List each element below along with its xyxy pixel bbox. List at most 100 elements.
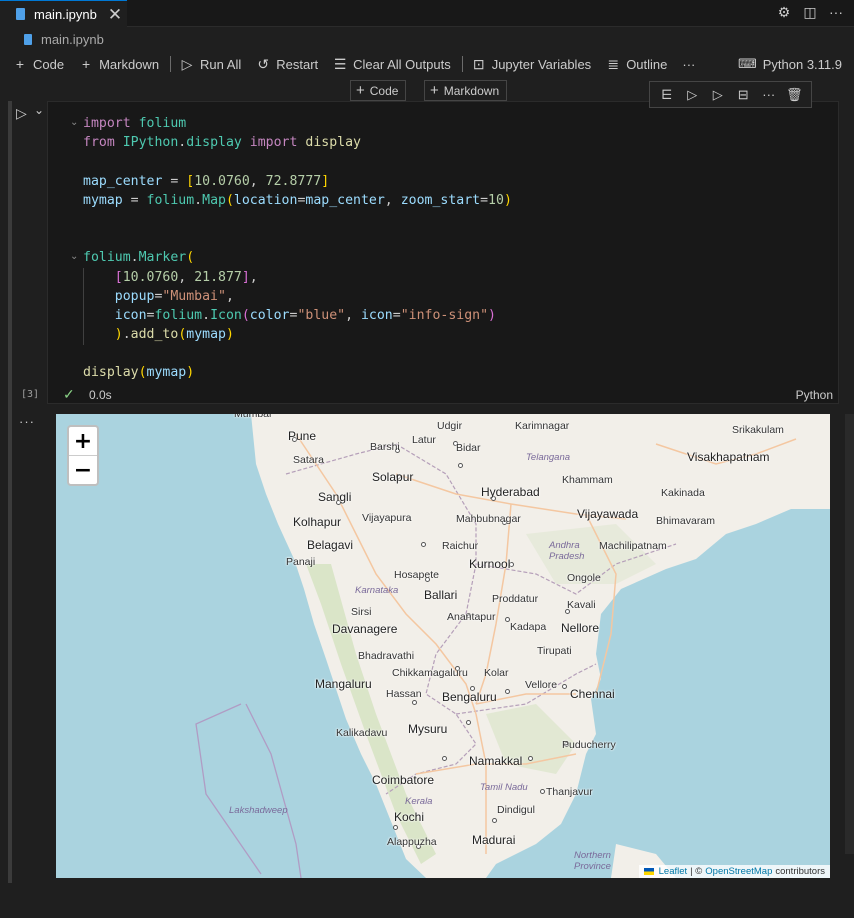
code-token: ]	[241, 269, 250, 285]
code-token: 10.0760	[122, 269, 179, 285]
insert-markdown-label: Markdown	[443, 83, 500, 98]
map-region-label: Lakshadweep	[229, 805, 288, 816]
trash-icon[interactable]: 🗑	[784, 87, 804, 103]
zoom-out-button[interactable]: −	[69, 456, 97, 484]
tab-label: main.ipynb	[34, 6, 97, 22]
run-all-button[interactable]: ▷ Run All	[180, 56, 242, 73]
more-actions-icon[interactable]: ···	[828, 4, 844, 20]
clear-all-outputs-button[interactable]: ☰ Clear All Outputs	[333, 56, 451, 73]
map-city-label: Kalikadavu	[336, 727, 388, 739]
map-city-label: Tirupati	[537, 645, 572, 657]
kernel-picker[interactable]: ⌨ Python 3.11.9	[738, 52, 842, 76]
split-editor-icon[interactable]: ◫	[802, 4, 818, 20]
code-line: ).add_to(mymap)	[83, 325, 512, 344]
code-token: display	[186, 135, 242, 151]
run-by-line-icon[interactable]: ⋿	[657, 87, 677, 103]
map-city-label: Satara	[293, 454, 324, 466]
code-token: display	[305, 135, 361, 151]
gear-icon[interactable]: ⚙	[776, 4, 792, 20]
code-token: folium	[154, 307, 203, 323]
map-region-label: Tamil Nadu	[480, 782, 528, 793]
code-token: [	[186, 173, 195, 189]
code-token: import	[83, 116, 131, 131]
code-line: display(mymap)	[83, 363, 512, 382]
map-city-label: Ongole	[567, 572, 601, 584]
map-city-label: Ballari	[424, 588, 458, 602]
map-city-label: Kavali	[567, 599, 596, 611]
cell-toolbar: ⋿ ▷ ▷ ⊟ ··· 🗑	[649, 81, 812, 108]
output-scrollbar[interactable]	[845, 414, 854, 854]
city-marker-dot	[466, 720, 471, 725]
more-icon[interactable]: ···	[759, 87, 779, 102]
code-token: icon	[114, 307, 147, 323]
code-cell-editor[interactable]: ⌄ ⌄ import folium from IPython.display im…	[47, 101, 839, 404]
code-token: (	[241, 307, 250, 323]
editor-tab-bar: main.ipynb ✕ ⚙ ◫ ···	[0, 0, 854, 27]
code-token: =	[392, 307, 401, 323]
plus-icon: +	[15, 56, 25, 72]
output-more-icon[interactable]: ···	[19, 414, 35, 429]
run-cell-icon[interactable]: ▷	[16, 105, 30, 121]
ukraine-flag-icon	[643, 868, 654, 875]
restart-icon: ↺	[257, 55, 270, 72]
chevron-down-icon[interactable]: ⌄	[34, 103, 44, 117]
map-city-label: Kurnool	[469, 557, 511, 571]
insert-markdown-cell-button[interactable]: + Markdown	[424, 80, 508, 101]
tab-main-ipynb[interactable]: main.ipynb ✕	[0, 0, 127, 27]
insert-code-cell-button[interactable]: + Code	[350, 80, 407, 101]
code-content[interactable]: import folium from IPython.display import…	[83, 114, 512, 383]
execute-below-icon[interactable]: ▷	[708, 87, 728, 103]
leaflet-link[interactable]: Leaflet	[659, 866, 688, 877]
restart-button[interactable]: ↺ Restart	[256, 56, 318, 73]
map-city-label: Sangli	[318, 490, 352, 504]
city-marker-dot	[505, 689, 510, 694]
attribution-separator: | ©	[690, 866, 703, 877]
add-code-cell-button[interactable]: + Code	[13, 56, 64, 72]
code-token: display	[83, 365, 139, 381]
breadcrumb[interactable]: main.ipynb	[24, 32, 104, 47]
map-city-label: Machilipatnam	[599, 540, 667, 552]
code-token: ,	[249, 173, 266, 189]
code-token: =	[162, 173, 187, 189]
folium-map[interactable]: + − Mumbai Pune Satara Barshi Latur Udgir Kari…	[56, 414, 830, 878]
map-city-label: Dindigul	[497, 804, 535, 816]
add-markdown-cell-button[interactable]: + Markdown	[79, 56, 159, 72]
close-icon[interactable]: ✕	[108, 6, 122, 23]
map-city-label: Proddatur	[492, 593, 539, 605]
map-city-label: Kochi	[394, 810, 425, 824]
fold-chevron-icon[interactable]: ⌄	[70, 117, 78, 128]
map-region-label: Province	[574, 861, 611, 872]
outline-button[interactable]: ≣ Outline	[606, 56, 667, 73]
code-token: map_center	[305, 192, 385, 208]
code-token: (	[225, 192, 234, 208]
code-line: mymap = folium.Map(location=map_center, …	[83, 191, 512, 210]
city-marker-dot	[562, 684, 567, 689]
code-token: "blue"	[297, 307, 346, 323]
toolbar-more-button[interactable]: ···	[682, 57, 695, 72]
code-token: )	[225, 327, 234, 343]
fold-chevron-icon[interactable]: ⌄	[70, 251, 78, 262]
map-region-label: Kerala	[405, 796, 433, 807]
code-token: 10.0760	[194, 173, 250, 189]
map-city-label: Mysuru	[408, 722, 448, 736]
code-token: )	[503, 192, 512, 208]
cell-language-picker[interactable]: Python	[796, 388, 833, 402]
split-cell-icon[interactable]: ⊟	[733, 87, 753, 103]
code-token: folium	[138, 116, 187, 131]
execute-above-icon[interactable]: ▷	[682, 87, 702, 103]
city-marker-dot	[442, 756, 447, 761]
map-city-label: Bhadravathi	[358, 650, 415, 662]
kernel-icon: ⌨	[737, 56, 757, 71]
plus-icon: +	[430, 82, 439, 99]
code-token: ,	[178, 269, 195, 285]
jupyter-variables-button[interactable]: ⊡ Jupyter Variables	[472, 56, 591, 73]
zoom-in-button[interactable]: +	[69, 427, 97, 456]
map-attribution: Leaflet | © OpenStreetMap contributors	[638, 865, 830, 878]
code-token: from	[83, 135, 115, 151]
code-line: [10.0760, 21.877],	[83, 268, 512, 287]
osm-link[interactable]: OpenStreetMap	[705, 866, 772, 877]
more-icon: ···	[682, 56, 696, 72]
